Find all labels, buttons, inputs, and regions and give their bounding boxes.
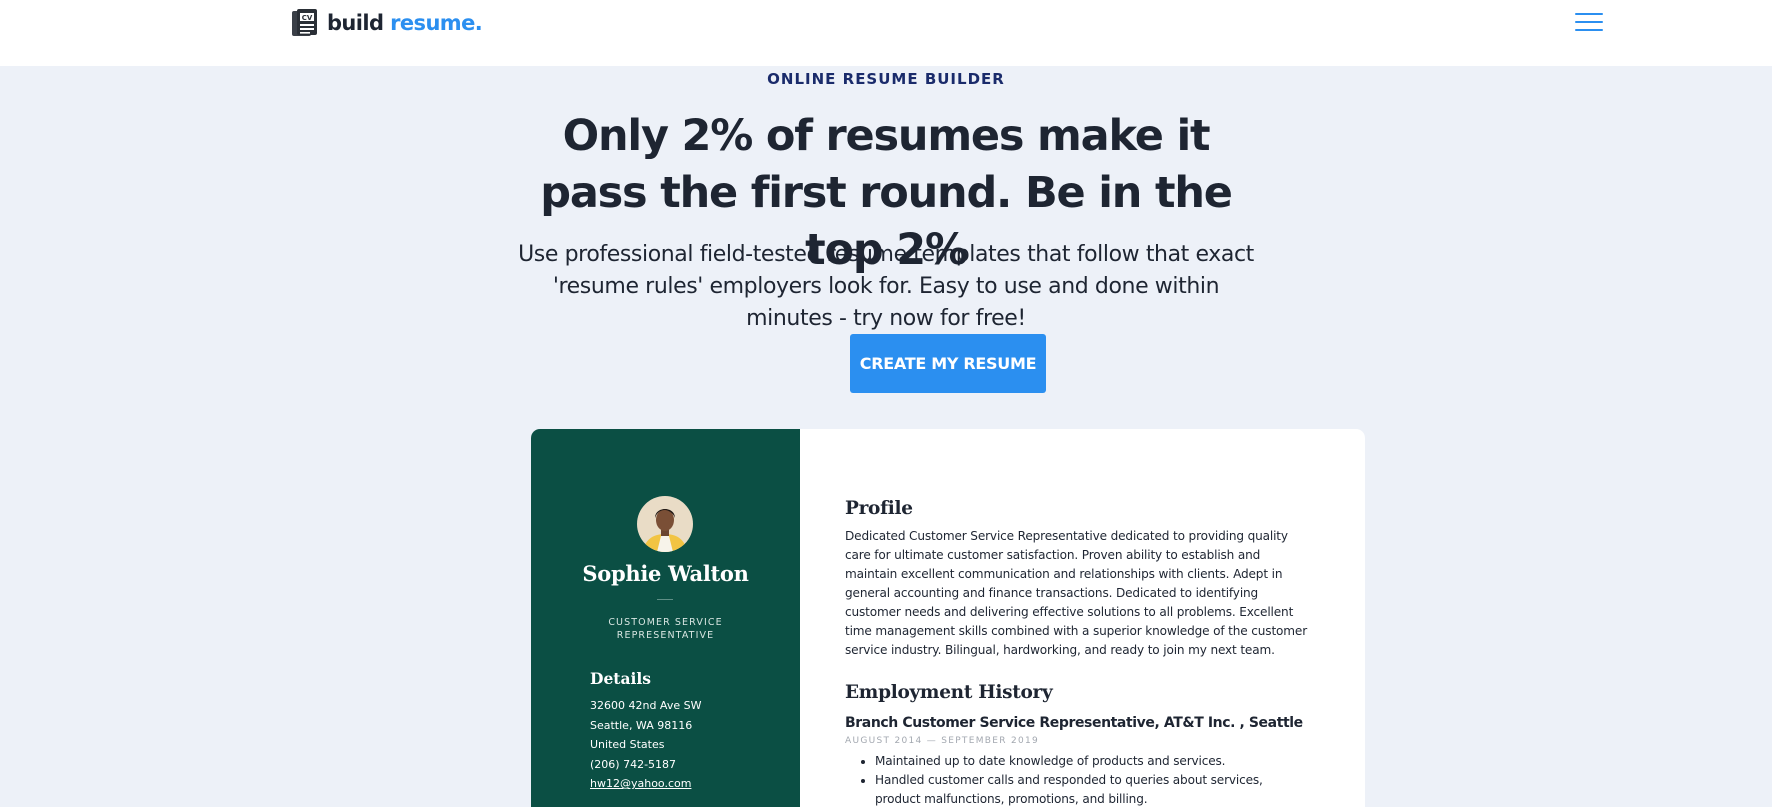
logo-text-main: build [327,11,384,35]
details-heading: Details [590,669,652,688]
phone: (206) 742-5187 [590,757,677,771]
hamburger-menu-icon-line [1575,29,1603,31]
address-line-2: Seattle, WA 98116 [590,718,693,732]
profile-photo [637,496,693,552]
address-line-1: 32600 42nd Ave SW [590,699,702,712]
job-dates: AUGUST 2014 — SEPTEMBER 2019 [845,736,1040,746]
resume-name: Sophie Walton [582,561,749,586]
list-item: Handled customer calls and responded to … [875,771,1301,807]
hero-subtext: Use professional field-tested resume tem… [518,242,1254,331]
hamburger-menu-icon-line [1575,13,1603,15]
details-list: 32600 42nd Ave SW Seattle, WA 98116 Unit… [590,696,701,794]
logo-cv-text: CV [302,14,313,22]
create-resume-button[interactable]: CREATE MY RESUME [850,334,1046,393]
resume-preview: Sophie Walton CUSTOMER SERVICE REPRESENT… [531,429,1365,807]
job-bullets: Maintained up to date knowledge of produ… [861,752,1301,807]
hero-eyebrow: ONLINE RESUME BUILDER [767,70,1005,88]
email-link[interactable]: hw12@yahoo.com [590,774,701,794]
country: United States [590,738,665,752]
logo-text: build resume. [327,11,483,35]
profile-text: Dedicated Customer Service Representativ… [845,529,1308,657]
site-logo[interactable]: CV build resume. [291,8,483,38]
logo-text-accent: resume. [390,11,483,35]
list-item: Maintained up to date knowledge of produ… [875,752,1301,771]
top-navbar: CV build resume. [0,0,1772,66]
hamburger-menu-button[interactable] [1573,11,1607,33]
profile-heading: Profile [845,498,913,519]
resume-main: Profile Dedicated Customer Service Repre… [800,429,1365,807]
employment-heading: Employment History [845,682,1053,703]
hamburger-menu-icon-line [1575,21,1603,23]
avatar [637,496,693,552]
resume-job-title: CUSTOMER SERVICE REPRESENTATIVE [608,617,723,641]
job-title: Branch Customer Service Representative, … [845,715,1303,731]
cv-document-icon: CV [292,9,317,36]
resume-sidebar: Sophie Walton CUSTOMER SERVICE REPRESENT… [531,429,800,807]
name-divider [657,599,673,600]
